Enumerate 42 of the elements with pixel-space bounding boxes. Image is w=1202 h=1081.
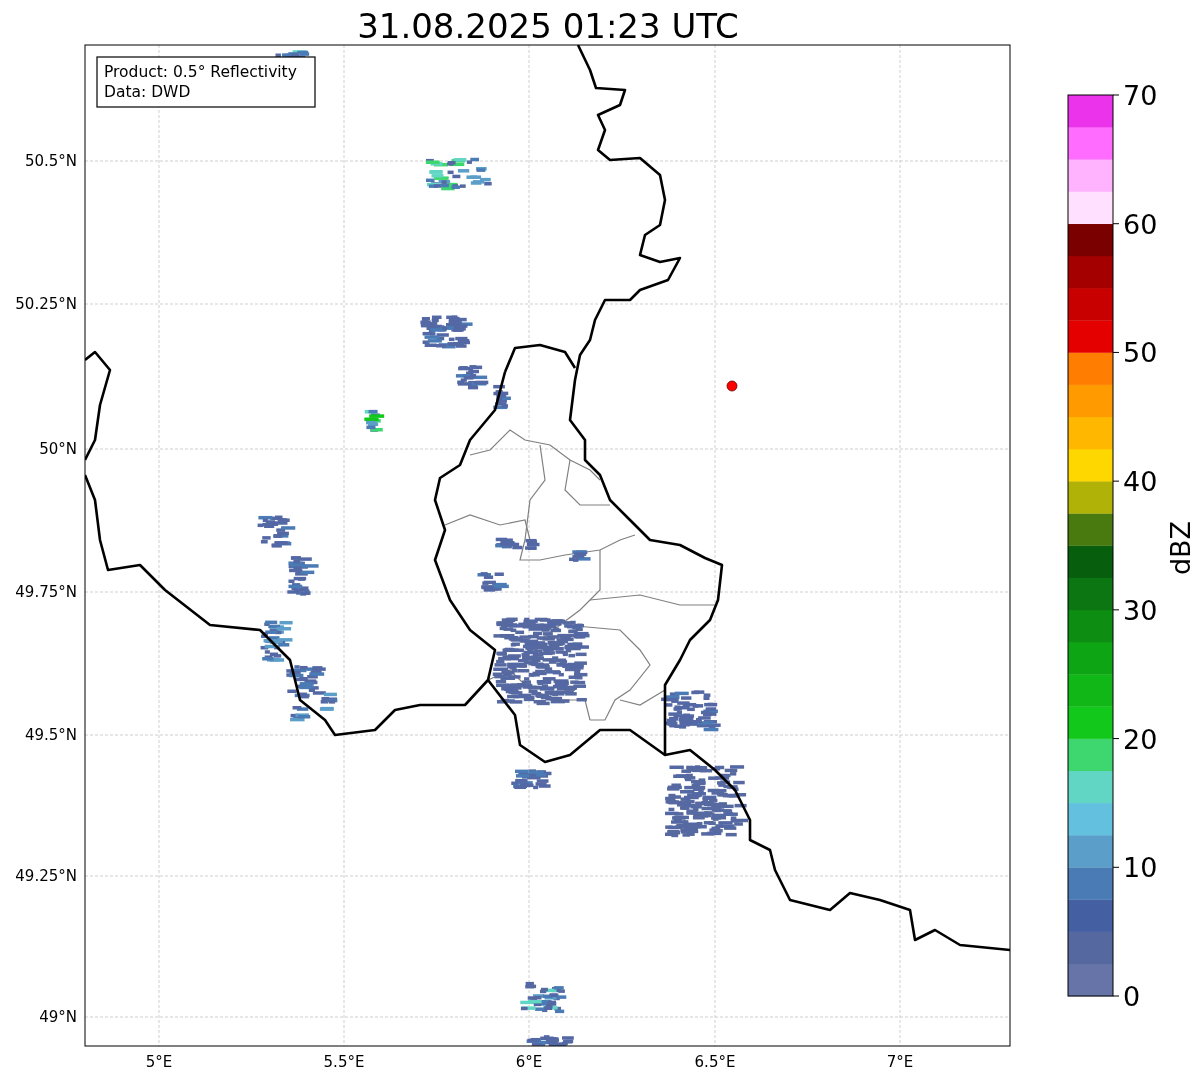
radar-echo (420, 315, 473, 349)
radar-echo (260, 620, 293, 662)
radar-echo (511, 769, 552, 790)
colorbar-tick-label: 50 (1123, 337, 1158, 369)
radar-echo (364, 409, 385, 432)
radar-echo (287, 556, 319, 596)
colorbar-tick-label: 60 (1123, 208, 1158, 240)
radar-echo (493, 384, 511, 410)
location-marker (726, 380, 738, 392)
radar-echo (495, 537, 540, 550)
radar-echo (257, 515, 296, 548)
colorbar-tick-label: 0 (1123, 981, 1141, 1012)
radar-echo (425, 157, 492, 191)
latitude-label: 50.5°N (24, 152, 77, 170)
latitude-label: 49.5°N (24, 726, 77, 744)
longitude-label: 5°E (145, 1053, 173, 1071)
radar-echo (520, 981, 567, 1014)
latitude-label: 50°N (39, 440, 77, 458)
radar-echo (477, 572, 509, 592)
info-text: Data: DWD (104, 83, 191, 101)
chart-title: 31.08.2025 01:23 UTC (357, 6, 739, 46)
radar-echo (526, 1035, 574, 1046)
latitude-label: 49.75°N (15, 583, 77, 601)
radar-echo (455, 365, 489, 390)
latitude-label: 50.25°N (15, 295, 77, 313)
colorbar-tick-label: 20 (1123, 723, 1158, 755)
colorbar-label: dBZ (1165, 520, 1196, 576)
longitude-label: 7°E (886, 1053, 914, 1071)
colorbar-tick-label: 70 (1123, 80, 1158, 111)
colorbar-tick-label: 40 (1123, 466, 1158, 498)
info-text: Product: 0.5° Reflectivity (104, 63, 297, 81)
longitude-label: 6.5°E (694, 1053, 736, 1071)
longitude-label: 5.5°E (323, 1053, 365, 1071)
radar-echo (569, 550, 591, 562)
radar-echo (661, 690, 721, 732)
colorbar-tick-label: 10 (1123, 852, 1158, 884)
colorbar-tick-label: 30 (1123, 594, 1158, 626)
region-border-line (619, 689, 666, 706)
longitude-label: 6°E (515, 1053, 543, 1071)
latitude-label: 49.25°N (15, 867, 77, 885)
latitude-label: 49°N (39, 1008, 77, 1026)
radar-echo (290, 706, 311, 722)
